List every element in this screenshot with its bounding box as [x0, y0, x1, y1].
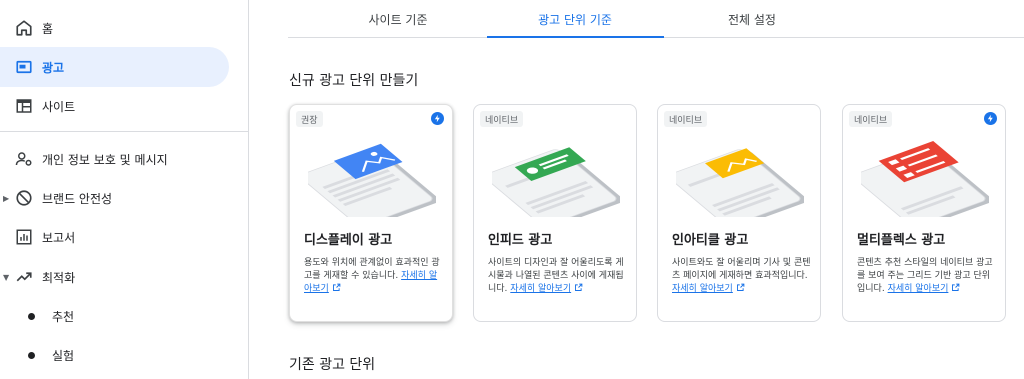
learn-more-link[interactable]: 자세히 알아보기: [672, 284, 733, 294]
multiplex-ad-card[interactable]: 네이티브 멀티플렉스 광고 콘텐츠 추천 스타일의 네이티브 광고를 보여 주는…: [842, 104, 1006, 322]
card-title: 디스플레이 광고: [304, 233, 393, 248]
sidebar-item-sites[interactable]: 사이트: [0, 86, 249, 126]
multiplex-ad-illustration: [861, 140, 989, 217]
sidebar-item-optimization[interactable]: ▼ 최적화: [0, 257, 249, 297]
card-description: 사이트의 디자인과 잘 어울리도록 게시물과 나열된 콘텐츠 사이에 게재됩니다…: [488, 257, 628, 296]
sidebar-item-label: 최적화: [42, 270, 76, 285]
ads-icon: [14, 57, 34, 77]
card-description: 용도와 위치에 관계없이 효과적인 광고를 게재할 수 있습니다. 자세히 알아…: [304, 257, 444, 296]
sidebar-item-label: 홈: [42, 21, 54, 36]
trending-icon: [14, 267, 34, 287]
sidebar-item-label: 사이트: [42, 99, 76, 114]
display-ad-card[interactable]: 권장 디스플레이 광고 용도와 위치에 관계없이 효과적인 광고를 게재할 수: [289, 104, 453, 322]
bolt-icon: [984, 112, 997, 125]
card-description-text: 사이트와도 잘 어울리며 기사 및 콘텐츠 페이지에 게재하면 효과적입니다.: [672, 258, 811, 281]
sidebar-item-privacy[interactable]: 개인 정보 보호 및 메시지: [0, 139, 249, 179]
sidebar-item-label: 추천: [52, 309, 75, 324]
card-description: 콘텐츠 추천 스타일의 네이티브 광고를 보여 주는 그리드 기반 광고 단위입…: [857, 257, 997, 296]
sidebar-item-label: 보고서: [42, 230, 76, 245]
sidebar-item-label: 개인 정보 보호 및 메시지: [42, 152, 168, 167]
native-badge: 네이티브: [849, 111, 893, 127]
recommended-badge: 권장: [296, 111, 323, 127]
sites-icon: [14, 96, 34, 116]
external-link-icon: [952, 283, 960, 291]
sidebar: 홈 광고 사이트 개인 정보 보호 및 메시지 ▶ 브랜드 안전성 보고서 ▼ …: [0, 0, 249, 379]
display-ad-illustration: [308, 143, 436, 217]
sidebar-item-reports[interactable]: 보고서: [0, 217, 249, 257]
tab-by-ad-unit[interactable]: 광고 단위 기준: [487, 0, 663, 38]
external-link-icon: [736, 283, 745, 291]
bullet-icon: [28, 351, 35, 359]
sidebar-item-experiments[interactable]: 실험: [0, 335, 249, 375]
sidebar-item-home[interactable]: 홈: [0, 8, 249, 48]
sidebar-item-label: 실험: [52, 348, 75, 363]
external-link-icon: [575, 283, 583, 291]
in-feed-ad-card[interactable]: 네이티브 인피드 광고 사이트의 디자인과 잘 어울리도록 게시물과 나열된 콘…: [473, 104, 637, 322]
sidebar-divider: [0, 131, 249, 132]
reports-icon: [14, 227, 34, 247]
tab-bar: 사이트 기준 광고 단위 기준 전체 설정: [288, 0, 1024, 38]
card-title: 멀티플렉스 광고: [857, 233, 946, 248]
caret-right-icon: ▶: [3, 193, 10, 203]
native-badge: 네이티브: [480, 111, 524, 127]
privacy-icon: [14, 149, 34, 169]
external-link-icon: [332, 283, 341, 291]
card-title: 인아티클 광고: [672, 233, 749, 248]
in-article-ad-illustration: [676, 148, 804, 217]
existing-ad-units-heading: 기존 광고 단위: [289, 357, 376, 373]
caret-down-icon: ▼: [3, 272, 10, 282]
block-icon: [14, 188, 34, 208]
sidebar-item-label: 광고: [42, 60, 65, 75]
in-feed-ad-illustration: [492, 147, 620, 217]
learn-more-link[interactable]: 자세히 알아보기: [510, 284, 571, 294]
home-icon: [14, 18, 34, 38]
sidebar-item-recommendations[interactable]: 추천: [0, 296, 249, 336]
sidebar-item-brand-safety[interactable]: ▶ 브랜드 안전성: [0, 178, 249, 218]
bolt-icon: [431, 112, 444, 125]
new-ad-unit-heading: 신규 광고 단위 만들기: [289, 73, 419, 89]
bullet-icon: [28, 312, 35, 320]
in-article-ad-card[interactable]: 네이티브 인아티클 광고 사이트와도 잘 어울리며 기사 및 콘텐츠 페이지에 …: [657, 104, 821, 322]
tab-by-site[interactable]: 사이트 기준: [310, 0, 486, 38]
active-tab-indicator: [487, 36, 664, 38]
adsense-app: 홈 광고 사이트 개인 정보 보호 및 메시지 ▶ 브랜드 안전성 보고서 ▼ …: [0, 0, 1024, 379]
card-description: 사이트와도 잘 어울리며 기사 및 콘텐츠 페이지에 게재하면 효과적입니다. …: [672, 257, 812, 296]
learn-more-link[interactable]: 자세히 알아보기: [888, 284, 949, 294]
sidebar-item-label: 브랜드 안전성: [42, 191, 113, 206]
native-badge: 네이티브: [664, 111, 708, 127]
tab-global-settings[interactable]: 전체 설정: [664, 0, 840, 38]
sidebar-item-ads[interactable]: 광고: [0, 47, 229, 87]
card-title: 인피드 광고: [488, 233, 553, 248]
